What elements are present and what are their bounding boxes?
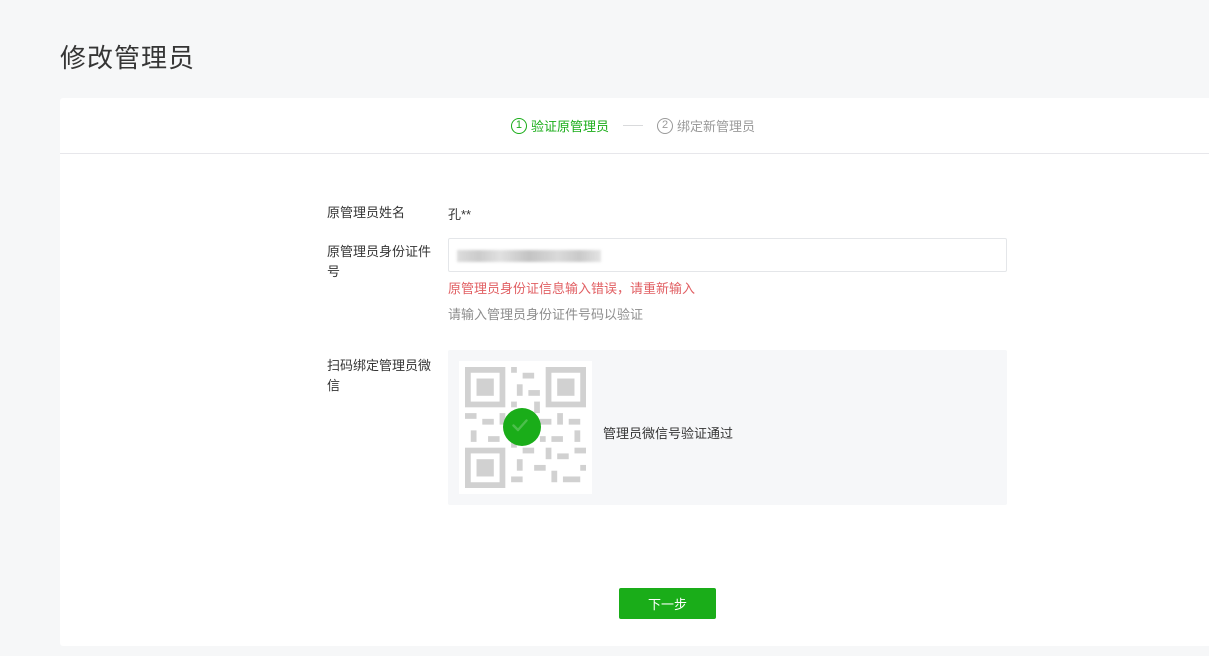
step-number-2: 2	[657, 117, 673, 134]
step-divider	[623, 125, 643, 126]
step-verify-original: 1 验证原管理员	[510, 116, 609, 135]
step-label-2: 绑定新管理员	[677, 119, 756, 134]
step-number-1: 1	[510, 117, 527, 134]
step-indicator: 1 验证原管理员 2 绑定新管理员	[60, 98, 1209, 154]
admin-form-card: 1 验证原管理员 2 绑定新管理员 原管理员姓名 孔** 原管理员身份证件号 原…	[60, 98, 1209, 646]
verified-check-icon	[503, 408, 541, 446]
step-label-1: 验证原管理员	[530, 119, 609, 134]
step-bind-new: 2 绑定新管理员	[657, 116, 755, 135]
qr-panel: 管理员微信号验证通过	[448, 350, 1007, 505]
masked-id-value	[457, 250, 601, 262]
wechat-bind-label: 扫码绑定管理员微信	[327, 358, 432, 393]
id-hint-text: 请输入管理员身份证件号码以验证	[448, 307, 644, 322]
id-number-input[interactable]	[448, 238, 1007, 272]
next-step-button[interactable]: 下一步	[619, 588, 716, 619]
id-error-message: 原管理员身份证信息输入错误，请重新输入	[448, 281, 696, 296]
page-title: 修改管理员	[60, 43, 196, 73]
admin-id-label: 原管理员身份证件号	[327, 244, 432, 279]
checkmark-icon	[512, 419, 528, 432]
admin-name-value: 孔**	[448, 207, 472, 222]
qr-code	[459, 361, 592, 494]
wechat-verified-status: 管理员微信号验证通过	[603, 426, 734, 441]
admin-name-label: 原管理员姓名	[327, 205, 406, 220]
